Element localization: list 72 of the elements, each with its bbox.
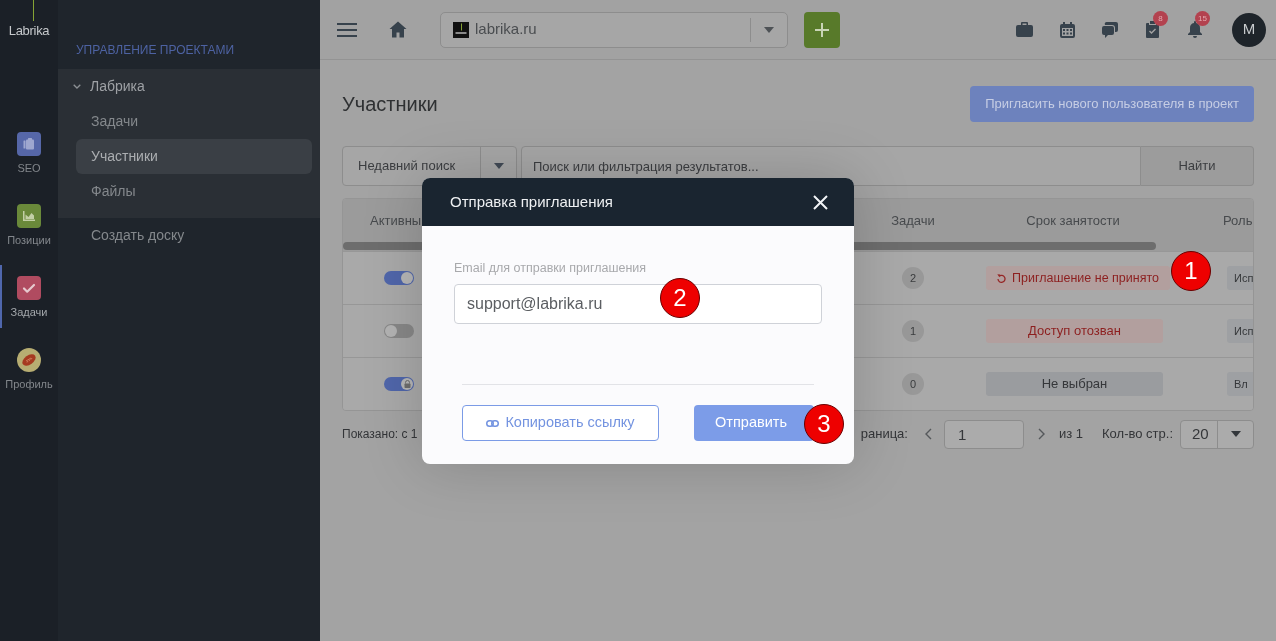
toggle-switch[interactable] xyxy=(384,377,414,391)
per-page-select[interactable]: 20 xyxy=(1180,419,1254,449)
clipboard-icon xyxy=(17,132,41,156)
nav-item[interactable]: Создать доску xyxy=(76,218,312,253)
bell-icon[interactable] xyxy=(1187,21,1203,38)
role-badge: Вл xyxy=(1227,372,1253,396)
undo-icon xyxy=(997,273,1006,283)
nav-item[interactable]: Файлы xyxy=(76,174,312,209)
home-button[interactable] xyxy=(389,21,407,38)
previous-page-button[interactable] xyxy=(924,428,932,440)
task-count: 0 xyxy=(902,373,924,395)
modal-title: Отправка приглашения xyxy=(450,191,613,212)
chevron-right-icon xyxy=(1037,428,1045,440)
sidebar-item[interactable]: Профиль xyxy=(0,336,58,408)
status-badge: Не выбран xyxy=(986,372,1163,396)
nav-item[interactable]: Участники xyxy=(76,139,312,174)
send-button[interactable]: Отправить xyxy=(694,405,814,441)
nav-item[interactable]: Задачи xyxy=(76,104,312,139)
invite-button[interactable]: Пригласить нового пользователя в проект xyxy=(970,86,1254,122)
status-label: Приглашение не принято xyxy=(1012,269,1159,287)
chat-icon[interactable] xyxy=(1102,21,1118,38)
page-title: Участники xyxy=(342,92,438,117)
logo: Labrika xyxy=(8,0,50,40)
link-icon xyxy=(486,419,500,427)
check-icon xyxy=(17,276,41,300)
toggle-switch[interactable] xyxy=(384,324,414,338)
column-header: Срок занятости xyxy=(1026,212,1120,231)
sidebar-item[interactable]: Задачи xyxy=(0,264,58,336)
page-label: раница: xyxy=(860,425,908,444)
status-badge: Доступ отозван xyxy=(986,319,1163,343)
briefcase-icon[interactable] xyxy=(1016,22,1033,37)
caret-icon xyxy=(1230,431,1241,437)
column-header: Роль xyxy=(1223,212,1253,231)
results-summary: Показано: с 1 xyxy=(342,426,418,443)
toggle-switch[interactable] xyxy=(384,271,414,285)
chevron-down-icon xyxy=(73,84,81,89)
role-badge: Исп xyxy=(1227,319,1253,343)
notification-badge: 8 xyxy=(1153,11,1168,26)
site-select[interactable]: labrika.ru xyxy=(440,11,788,48)
menu-button[interactable] xyxy=(337,22,357,37)
column-header: Активны xyxy=(370,212,422,231)
section-heading: УПРАВЛЕНИЕ ПРОЕКТАМИ xyxy=(76,42,236,58)
ball-icon xyxy=(17,348,41,372)
user-avatar[interactable]: M xyxy=(1232,12,1266,47)
chart-icon xyxy=(17,204,41,228)
role-badge: Исп xyxy=(1227,266,1253,290)
plus-icon xyxy=(815,22,829,37)
task-count: 2 xyxy=(902,267,924,289)
calendar-icon[interactable] xyxy=(1060,21,1075,38)
home-icon xyxy=(389,21,407,38)
close-button[interactable] xyxy=(813,194,828,210)
sidebar-item[interactable]: SEO xyxy=(0,120,58,192)
next-page-button[interactable] xyxy=(1037,428,1045,440)
close-icon xyxy=(813,194,828,210)
per-page-label: Кол-во стр.: xyxy=(1102,425,1173,444)
page-count: из 1 xyxy=(1058,425,1084,444)
menu-icon xyxy=(337,22,357,37)
caret-icon xyxy=(493,163,504,169)
add-button[interactable] xyxy=(804,11,840,48)
nav-group[interactable]: Лабрика xyxy=(58,69,320,104)
caret-icon xyxy=(764,26,774,33)
sidebar-item[interactable]: Позиции xyxy=(0,192,58,264)
page-input[interactable]: 1 xyxy=(943,419,1024,449)
task-count: 1 xyxy=(902,320,924,342)
field-label: Email для отправки приглашения xyxy=(454,260,647,276)
notification-badge: 15 xyxy=(1195,11,1210,26)
chevron-left-icon xyxy=(924,428,932,440)
logo-icon xyxy=(453,21,469,38)
column-header: Задачи xyxy=(891,212,935,231)
copy-link-button[interactable]: Копировать ссылку xyxy=(462,405,659,441)
clipboard-check-icon[interactable] xyxy=(1145,21,1160,38)
search-button[interactable]: Найти xyxy=(1141,146,1254,186)
